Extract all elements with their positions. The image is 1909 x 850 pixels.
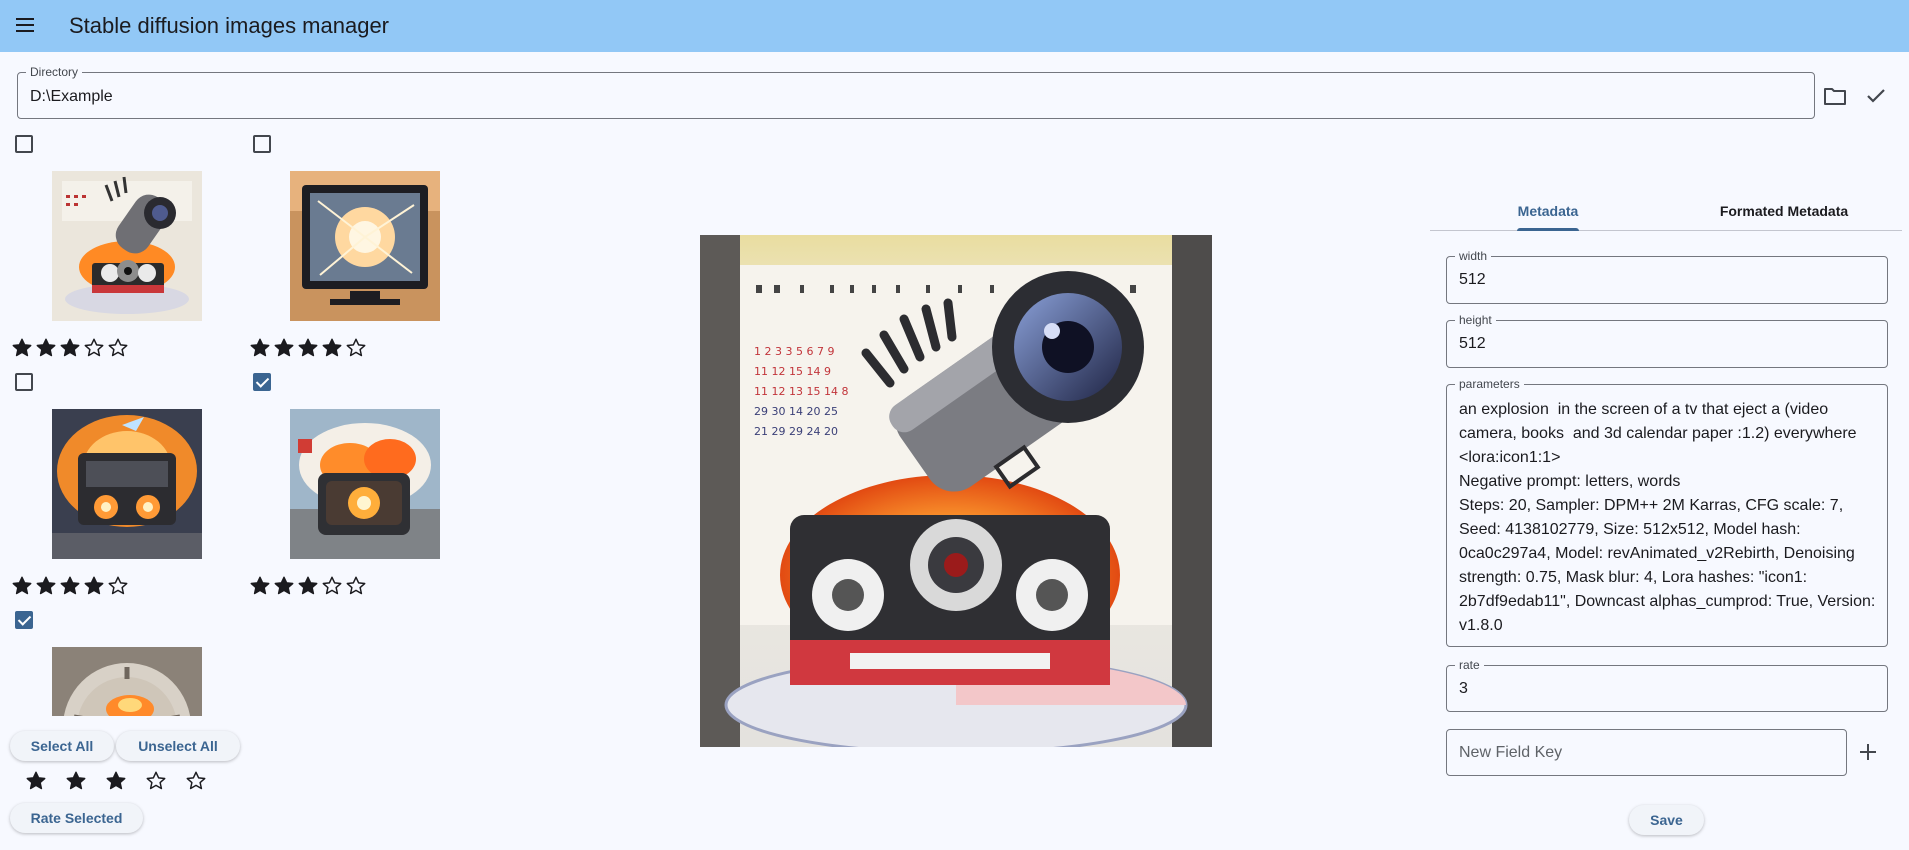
star-filled-icon[interactable]	[34, 574, 58, 598]
item-rating[interactable]	[248, 574, 368, 598]
item-checkbox[interactable]	[15, 611, 33, 629]
active-tab-indicator	[1517, 228, 1579, 231]
directory-input[interactable]: D:\Example	[30, 88, 113, 106]
grid-item	[0, 128, 238, 366]
folder-icon[interactable]	[1821, 82, 1849, 110]
preview-image: 1 2 3 3 5 6 7 9 11 12 15 14 9 11 12 13 1…	[700, 235, 1212, 747]
star-filled-icon[interactable]	[96, 767, 136, 795]
star-outline-icon[interactable]	[136, 767, 176, 795]
star-filled-icon[interactable]	[10, 574, 34, 598]
star-filled-icon[interactable]	[58, 574, 82, 598]
item-rating[interactable]	[10, 574, 130, 598]
star-outline-icon[interactable]	[106, 336, 130, 360]
star-filled-icon[interactable]	[320, 336, 344, 360]
app-title: Stable diffusion images manager	[69, 13, 390, 38]
height-label: height	[1455, 313, 1496, 327]
star-filled-icon[interactable]	[56, 767, 96, 795]
item-rating[interactable]	[248, 336, 368, 360]
tv-explosion-clouds-thumbnail[interactable]	[290, 409, 440, 559]
item-checkbox[interactable]	[15, 373, 33, 391]
tv-box-explosion-thumbnail[interactable]	[52, 409, 202, 559]
star-filled-icon[interactable]	[296, 336, 320, 360]
new-field-key-placeholder: New Field Key	[1459, 744, 1563, 761]
rate-input[interactable]: 3	[1459, 680, 1468, 698]
svg-text:11 12 15 14 9: 11 12 15 14 9	[754, 365, 831, 378]
directory-field[interactable]: Directory D:\Example	[17, 65, 1815, 119]
star-outline-icon[interactable]	[344, 336, 368, 360]
grid-item	[0, 366, 238, 604]
star-outline-icon[interactable]	[320, 574, 344, 598]
width-input[interactable]: 512	[1459, 271, 1486, 289]
grid-item	[238, 128, 460, 366]
height-field[interactable]: height 512	[1446, 313, 1888, 368]
metadata-tabs: Metadata Formated Metadata	[1430, 190, 1902, 231]
item-checkbox[interactable]	[253, 373, 271, 391]
height-input[interactable]: 512	[1459, 335, 1486, 353]
svg-text:1 2 3 3 5 6 7 9: 1 2 3 3 5 6 7 9	[754, 345, 834, 358]
star-filled-icon[interactable]	[296, 574, 320, 598]
new-field-key-input[interactable]: New Field Key	[1446, 729, 1847, 776]
camera-explosion-thumbnail[interactable]	[52, 171, 202, 321]
star-outline-icon[interactable]	[106, 574, 130, 598]
star-filled-icon[interactable]	[272, 574, 296, 598]
star-filled-icon[interactable]	[248, 574, 272, 598]
star-outline-icon[interactable]	[82, 336, 106, 360]
rate-label: rate	[1455, 658, 1484, 672]
parameters-field[interactable]: parameters an explosion in the screen of…	[1446, 377, 1888, 647]
star-filled-icon[interactable]	[82, 574, 106, 598]
star-outline-icon[interactable]	[344, 574, 368, 598]
grid-item	[0, 604, 238, 716]
bulk-rating[interactable]	[16, 767, 216, 795]
star-filled-icon[interactable]	[16, 767, 56, 795]
width-label: width	[1455, 249, 1492, 263]
star-filled-icon[interactable]	[10, 336, 34, 360]
grid-item	[238, 366, 460, 604]
monitor-explosion-thumbnail[interactable]	[290, 171, 440, 321]
image-grid[interactable]	[0, 128, 460, 716]
parameters-input[interactable]: an explosion in the screen of a tv that …	[1459, 398, 1879, 638]
rate-field[interactable]: rate 3	[1446, 658, 1888, 712]
check-icon[interactable]	[1862, 82, 1890, 110]
unselect-all-button[interactable]: Unselect All	[116, 731, 240, 761]
tab-formated-metadata[interactable]: Formated Metadata	[1666, 190, 1902, 231]
svg-text:11 12 13 15 14 8: 11 12 13 15 14 8	[754, 385, 848, 398]
rate-selected-button[interactable]: Rate Selected	[10, 803, 143, 833]
star-filled-icon[interactable]	[248, 336, 272, 360]
star-filled-icon[interactable]	[34, 336, 58, 360]
plus-icon[interactable]	[1854, 738, 1882, 766]
save-button[interactable]: Save	[1629, 805, 1704, 835]
star-filled-icon[interactable]	[272, 336, 296, 360]
hamburger-menu-icon[interactable]	[12, 12, 38, 38]
star-outline-icon[interactable]	[176, 767, 216, 795]
svg-text:21 29 29 24 20: 21 29 29 24 20	[754, 425, 838, 438]
star-filled-icon[interactable]	[58, 336, 82, 360]
tab-metadata[interactable]: Metadata	[1430, 190, 1666, 231]
item-checkbox[interactable]	[15, 135, 33, 153]
width-field[interactable]: width 512	[1446, 249, 1888, 304]
app-bar: Stable diffusion images manager	[0, 0, 1909, 52]
clock-explosion-thumbnail[interactable]	[52, 647, 202, 716]
item-checkbox[interactable]	[253, 135, 271, 153]
select-all-button[interactable]: Select All	[10, 731, 114, 761]
directory-label: Directory	[26, 65, 83, 79]
item-rating[interactable]	[10, 336, 130, 360]
svg-text:29 30 14 20 25: 29 30 14 20 25	[754, 405, 838, 418]
parameters-label: parameters	[1455, 377, 1524, 391]
